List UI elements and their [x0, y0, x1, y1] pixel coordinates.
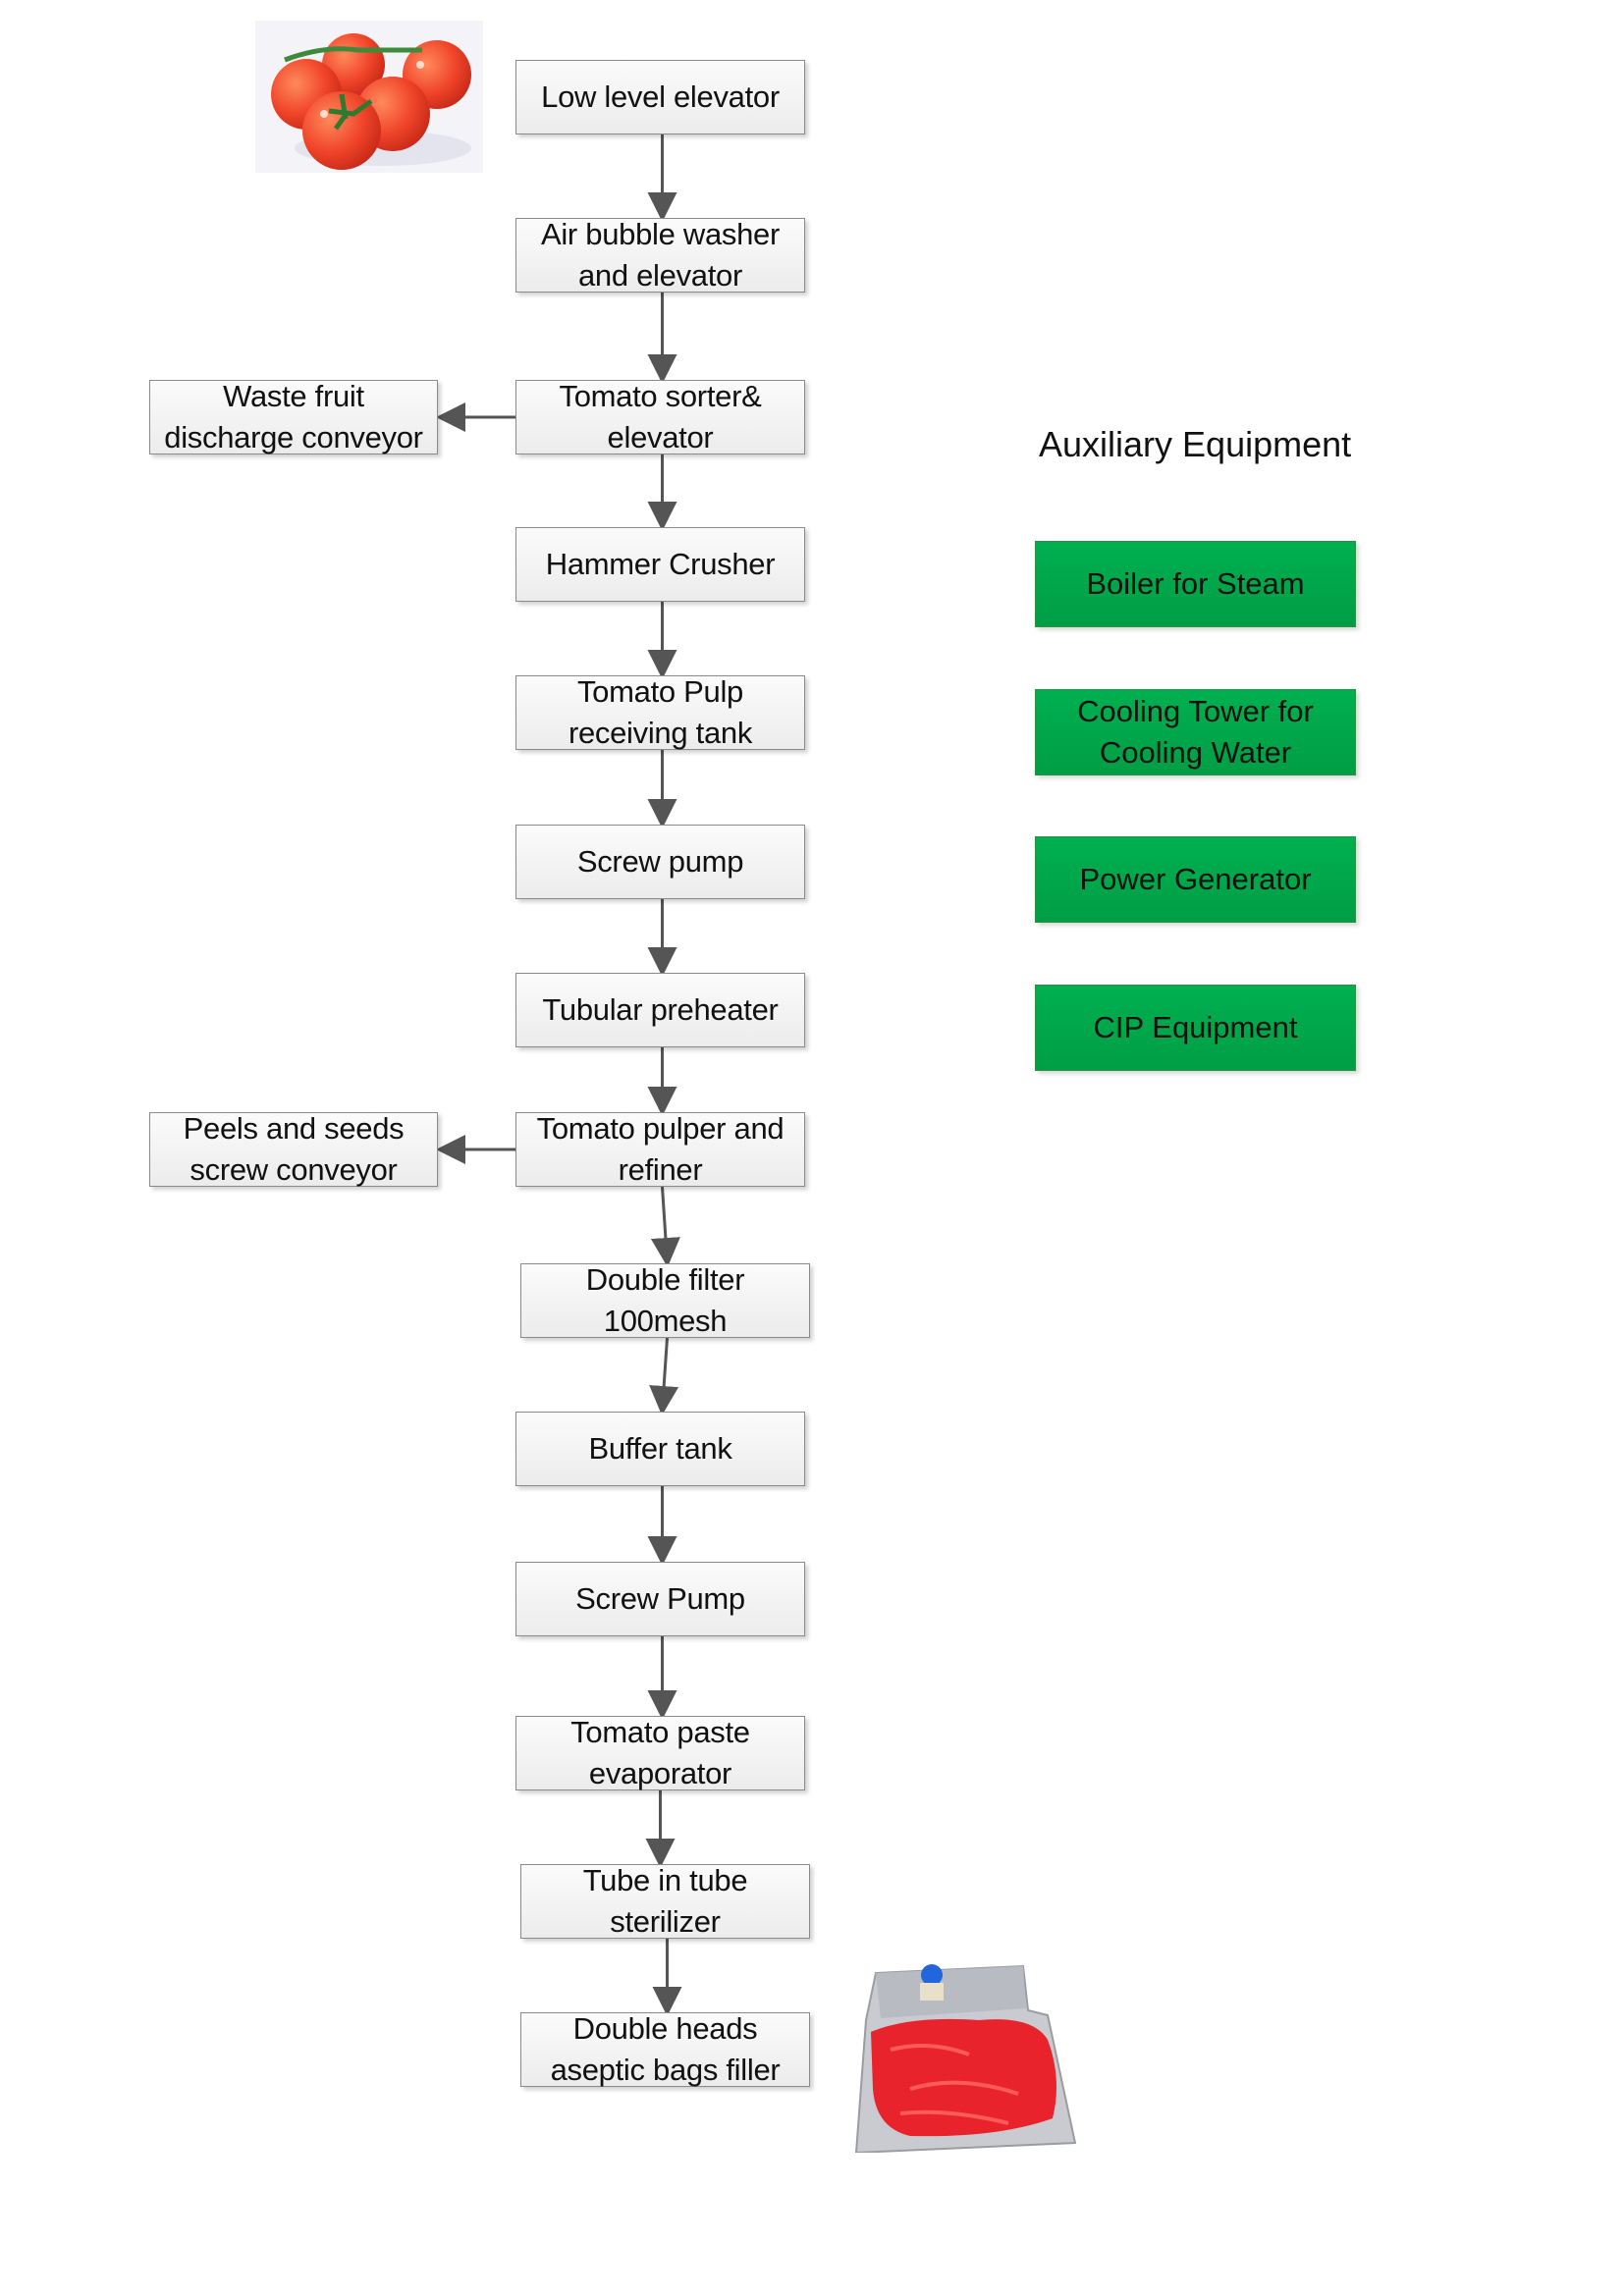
process-step-screw-pump: Screw Pump — [515, 1562, 805, 1636]
process-step-screw-pump: Screw pump — [515, 825, 805, 899]
side-output-waste-fruit-discharge-conveyor: Waste fruit discharge conveyor — [149, 379, 438, 454]
process-step-tomato-paste-evaporator: Tomato paste evaporator — [515, 1715, 805, 1790]
process-step-air-bubble-washer-and-elevator: Air bubble washer and elevator — [515, 217, 805, 293]
process-step-low-level-elevator: Low level elevator — [515, 60, 805, 134]
flow-arrow — [650, 1186, 680, 1267]
flow-arrow — [649, 1337, 679, 1415]
auxiliary-equipment-title: Auxiliary Equipment — [1039, 424, 1352, 464]
auxiliary-boiler-for-steam: Boiler for Steam — [1035, 541, 1356, 627]
auxiliary-power-generator: Power Generator — [1035, 836, 1356, 923]
process-step-tomato-sorter-elevator: Tomato sorter& elevator — [515, 379, 805, 454]
auxiliary-cip-equipment: CIP Equipment — [1035, 985, 1356, 1071]
auxiliary-cooling-tower-for-cooling-water: Cooling Tower for Cooling Water — [1035, 689, 1356, 775]
process-step-tomato-pulp-receiving-tank: Tomato Pulp receiving tank — [515, 674, 805, 750]
process-step-tomato-pulper-and-refiner: Tomato pulper and refiner — [515, 1111, 805, 1187]
process-step-tubular-preheater: Tubular preheater — [515, 973, 805, 1047]
side-output-peels-and-seeds-screw-conveyor: Peels and seeds screw conveyor — [149, 1111, 438, 1187]
process-step-tube-in-tube-sterilizer: Tube in tube sterilizer — [520, 1863, 810, 1939]
process-step-double-heads-aseptic-bags-filler: Double heads aseptic bags filler — [520, 2011, 810, 2087]
process-step-buffer-tank: Buffer tank — [515, 1412, 805, 1486]
process-step-hammer-crusher: Hammer Crusher — [515, 527, 805, 602]
process-step-double-filter-100mesh: Double filter 100mesh — [520, 1262, 810, 1338]
